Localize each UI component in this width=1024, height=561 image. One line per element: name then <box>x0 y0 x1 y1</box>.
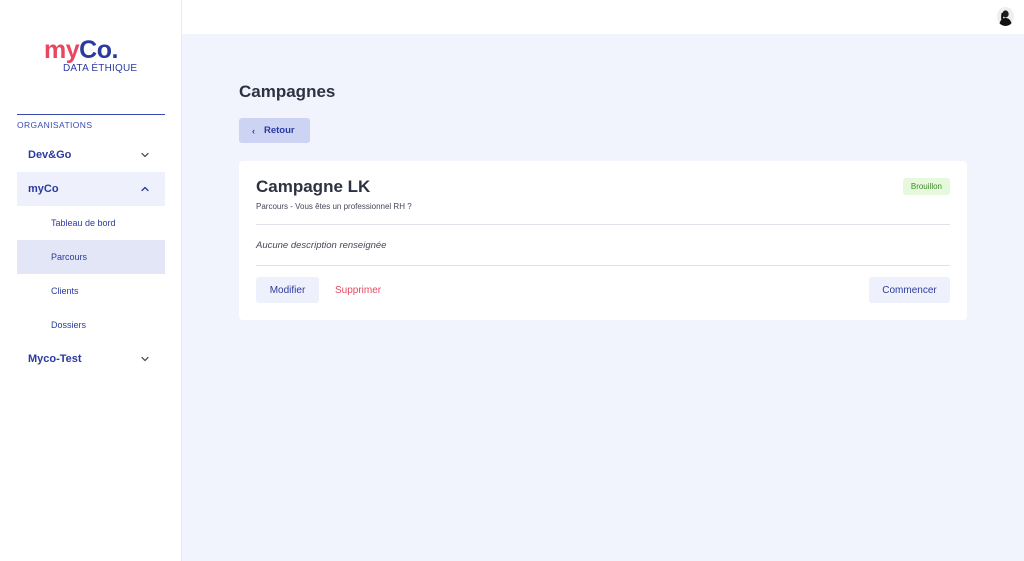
campaign-name: Campagne LK <box>256 177 371 196</box>
divider <box>256 224 950 225</box>
campaign-card: Campagne LK Parcours - Vous êtes un prof… <box>239 161 967 320</box>
sidebar-item-clients[interactable]: Clients <box>17 274 165 308</box>
sidebar-item-parcours[interactable]: Parcours <box>17 240 165 274</box>
logo-wordmark: myCo. <box>44 36 118 64</box>
start-button[interactable]: Commencer <box>869 277 950 303</box>
sidebar-item-label: Dossiers <box>51 320 87 330</box>
back-button[interactable]: ‹ Retour <box>239 118 310 143</box>
campaign-description: Aucune description renseignée <box>256 240 387 251</box>
chevron-down-icon <box>141 152 149 158</box>
chevron-up-icon <box>141 186 149 192</box>
sidebar-org-devgo[interactable]: Dev&Go <box>17 138 165 172</box>
top-bar <box>182 0 1024 34</box>
user-avatar[interactable] <box>997 7 1014 26</box>
sidebar-org-label: Dev&Go <box>28 149 72 161</box>
page-title: Campagnes <box>239 82 336 101</box>
back-button-label: Retour <box>264 125 295 136</box>
logo-co: Co. <box>79 36 118 64</box>
sidebar-item-tableau-de-bord[interactable]: Tableau de bord <box>17 206 165 240</box>
sidebar-item-dossiers[interactable]: Dossiers <box>17 308 165 342</box>
chevron-down-icon <box>141 356 149 362</box>
sidebar-org-label: Myco-Test <box>28 353 82 365</box>
sidebar-item-label: Clients <box>51 286 79 296</box>
organisations-heading: ORGANISATIONS <box>17 120 93 130</box>
logo-tagline: DATA ÉTHIQUE <box>63 63 138 74</box>
campaign-subtitle: Parcours - Vous êtes un professionnel RH… <box>256 202 412 211</box>
status-badge: Brouillon <box>902 178 950 195</box>
sidebar: myCo. DATA ÉTHIQUE ORGANISATIONS Dev&Go … <box>0 0 182 561</box>
avatar-icon <box>997 7 1014 26</box>
section-divider <box>17 114 165 115</box>
sidebar-item-label: Tableau de bord <box>51 218 116 228</box>
chevron-left-icon: ‹ <box>252 125 255 136</box>
divider <box>256 265 950 266</box>
sidebar-item-label: Parcours <box>51 252 88 262</box>
delete-button[interactable]: Supprimer <box>335 277 381 303</box>
brand-logo[interactable]: myCo. DATA ÉTHIQUE <box>44 36 144 76</box>
modify-button[interactable]: Modifier <box>256 277 319 303</box>
sidebar-org-myco-test[interactable]: Myco-Test <box>17 342 165 376</box>
logo-my: my <box>44 36 80 64</box>
sidebar-org-myco[interactable]: myCo <box>17 172 165 206</box>
sidebar-org-label: myCo <box>28 183 59 195</box>
